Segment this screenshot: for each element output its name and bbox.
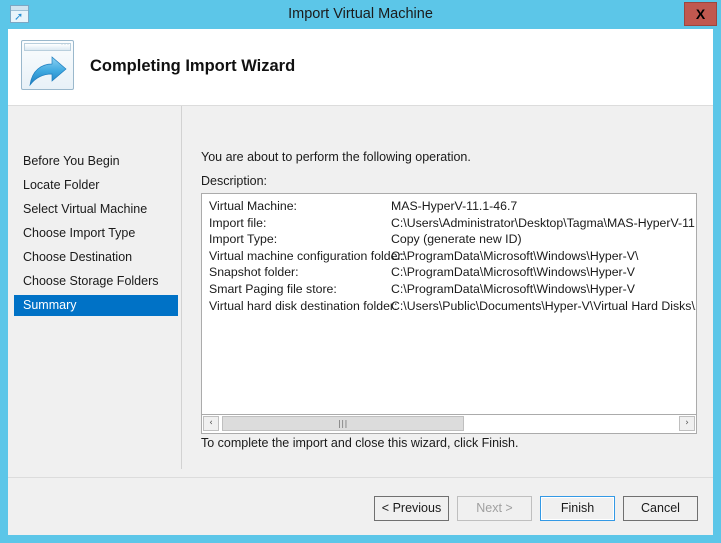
row-value: C:\ProgramData\Microsoft\Windows\Hyper-V: [391, 265, 635, 279]
window-title: Import Virtual Machine: [0, 0, 721, 29]
row-key: Virtual hard disk destination folder:: [209, 299, 397, 313]
sidebar-item-select-virtual-machine[interactable]: Select Virtual Machine: [14, 199, 178, 220]
row-value: Copy (generate new ID): [391, 232, 522, 246]
scrollbar-grip-icon: |||: [338, 420, 348, 428]
previous-button[interactable]: < Previous: [374, 496, 449, 521]
description-listbox[interactable]: Virtual Machine: MAS-HyperV-11.1-46.7 Im…: [201, 193, 697, 415]
row-key: Virtual machine configuration folder:: [209, 249, 405, 263]
table-row: Virtual machine configuration folder: C:…: [202, 249, 696, 266]
table-row: Snapshot folder: C:\ProgramData\Microsof…: [202, 265, 696, 282]
description-label: Description:: [201, 174, 267, 188]
sidebar-item-choose-import-type[interactable]: Choose Import Type: [14, 223, 178, 244]
finish-button[interactable]: Finish: [540, 496, 615, 521]
row-value: C:\ProgramData\Microsoft\Windows\Hyper-V…: [391, 249, 638, 263]
row-value: MAS-HyperV-11.1-46.7: [391, 199, 517, 213]
window-client-area: ··· Completing Import Wizard: [8, 29, 713, 535]
sidebar-item-locate-folder[interactable]: Locate Folder: [14, 175, 178, 196]
row-key: Snapshot folder:: [209, 265, 299, 279]
scroll-left-icon[interactable]: ‹: [203, 416, 219, 431]
scroll-right-icon[interactable]: ›: [679, 416, 695, 431]
table-row: Import file: C:\Users\Administrator\Desk…: [202, 216, 696, 233]
sidebar-item-summary[interactable]: Summary: [14, 295, 178, 316]
table-row: Virtual Machine: MAS-HyperV-11.1-46.7: [202, 199, 696, 216]
sidebar-item-before-you-begin[interactable]: Before You Begin: [14, 151, 178, 172]
wizard-header: ··· Completing Import Wizard: [8, 29, 713, 106]
row-key: Import file:: [209, 216, 266, 230]
next-button: Next >: [457, 496, 532, 521]
close-button[interactable]: X: [684, 2, 717, 26]
wizard-arrow-icon: ···: [21, 40, 74, 90]
lead-text: You are about to perform the following o…: [201, 150, 471, 164]
row-value: C:\Users\Administrator\Desktop\Tagma\MAS…: [391, 216, 697, 230]
wizard-body: Before You Begin Locate Folder Select Vi…: [8, 106, 713, 477]
finish-hint-text: To complete the import and close this wi…: [201, 436, 519, 450]
row-value: C:\Users\Public\Documents\Hyper-V\Virtua…: [391, 299, 697, 313]
wizard-content-pane: You are about to perform the following o…: [182, 106, 713, 477]
row-key: Import Type:: [209, 232, 277, 246]
row-key: Smart Paging file store:: [209, 282, 337, 296]
table-row: Virtual hard disk destination folder: C:…: [202, 299, 696, 316]
import-virtual-machine-window: ➚ Import Virtual Machine X ···: [0, 0, 721, 543]
description-rows: Virtual Machine: MAS-HyperV-11.1-46.7 Im…: [202, 199, 696, 315]
cancel-button[interactable]: Cancel: [623, 496, 698, 521]
page-title: Completing Import Wizard: [90, 57, 295, 76]
scrollbar-thumb[interactable]: |||: [222, 416, 464, 431]
wizard-icon-dots: ···: [61, 42, 70, 48]
table-row: Import Type: Copy (generate new ID): [202, 232, 696, 249]
wizard-steps-sidebar: Before You Begin Locate Folder Select Vi…: [8, 106, 181, 477]
sidebar-item-choose-destination[interactable]: Choose Destination: [14, 247, 178, 268]
row-key: Virtual Machine:: [209, 199, 297, 213]
sidebar-item-choose-storage-folders[interactable]: Choose Storage Folders: [14, 271, 178, 292]
row-value: C:\ProgramData\Microsoft\Windows\Hyper-V: [391, 282, 635, 296]
scrollbar-track[interactable]: ‹ ||| ›: [203, 416, 695, 431]
wizard-footer: < Previous Next > Finish Cancel: [8, 477, 713, 535]
wizard-icon-arrow-svg: [28, 54, 68, 88]
table-row: Smart Paging file store: C:\ProgramData\…: [202, 282, 696, 299]
horizontal-scrollbar[interactable]: ‹ ||| ›: [201, 415, 697, 434]
title-bar: ➚ Import Virtual Machine X: [0, 0, 721, 29]
